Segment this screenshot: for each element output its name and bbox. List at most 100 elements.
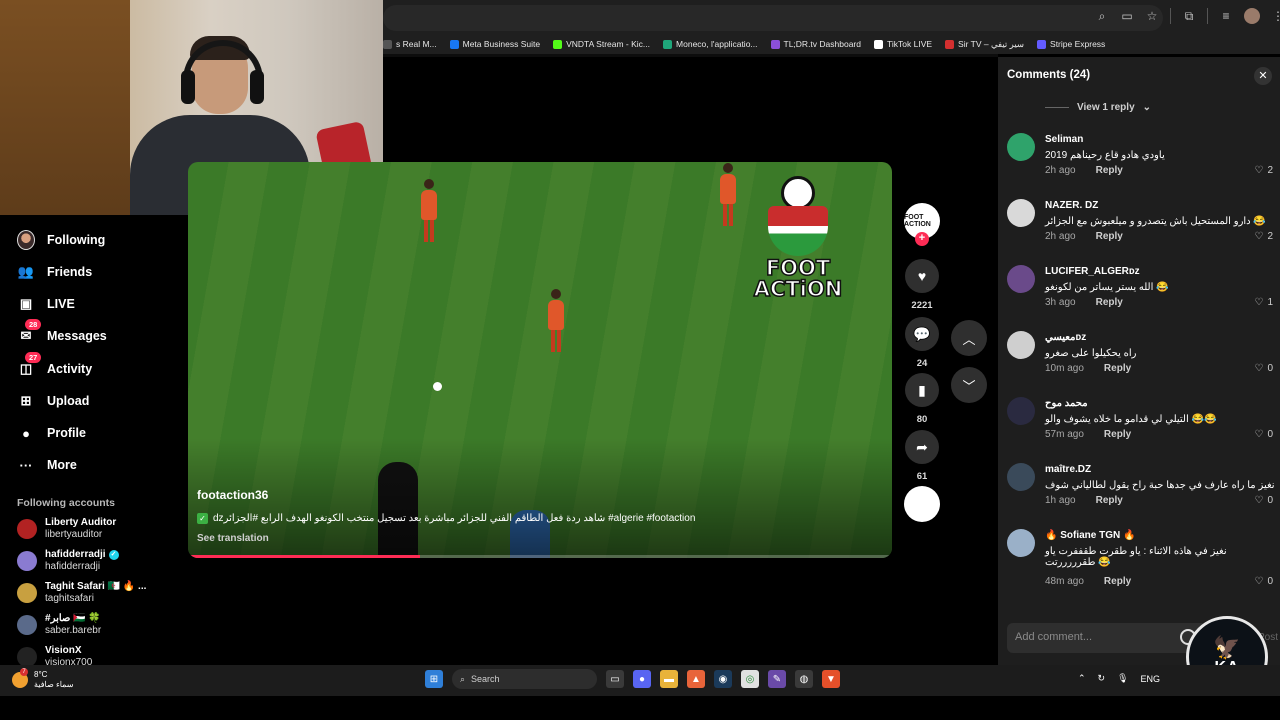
view-replies-label[interactable]: View 1 reply <box>1077 102 1135 113</box>
bookmark-label: VNDTA Stream - Kic... <box>566 39 651 49</box>
following-account[interactable]: Taghit Safari 🇩🇿 🔥 ... taghitsafari <box>17 581 146 605</box>
video-player[interactable]: FOOT ACTiON footaction36 ✓ dzشاهد ردة فع… <box>188 162 892 558</box>
obs-icon[interactable]: ◍ <box>795 670 813 688</box>
reply-button[interactable]: Reply <box>1096 297 1123 308</box>
bookmark-item[interactable]: Moneco, l'applicatio... <box>663 39 758 49</box>
microphone-icon[interactable]: 🎙 <box>1117 673 1128 684</box>
cast-icon[interactable]: ▭ <box>1120 9 1134 23</box>
comment-username[interactable]: maître.DZ <box>1045 464 1091 475</box>
sidebar-item-messages[interactable]: ✉ 28 Messages <box>17 319 107 345</box>
comment-like-button[interactable]: ♡ 0 <box>1254 429 1273 440</box>
sidebar-item-activity[interactable]: ◫ 27 Activity <box>17 352 92 378</box>
steam-icon[interactable]: ◉ <box>714 670 732 688</box>
app-icon[interactable]: ▲ <box>687 670 705 688</box>
media-icon[interactable]: ≡ <box>1219 9 1233 23</box>
view-replies-button[interactable]: View 1 reply ⌄ <box>1045 102 1151 113</box>
bookmark-item[interactable]: TikTok LIVE <box>874 39 932 49</box>
following-account[interactable]: Liberty Auditor libertyauditor <box>17 517 116 541</box>
app-icon[interactable]: ✎ <box>768 670 786 688</box>
sound-avatar[interactable] <box>904 486 940 522</box>
close-icon[interactable]: ✕ <box>1254 67 1272 85</box>
creator-avatar[interactable]: FOOT ACTION + <box>904 203 940 246</box>
bookmark-icon[interactable]: ▮ <box>905 373 939 407</box>
previous-video-button[interactable]: ︿ <box>951 320 987 356</box>
task-view-icon[interactable]: ▭ <box>606 670 624 688</box>
taskbar-search[interactable]: ⌕ Search <box>452 669 597 689</box>
sidebar-item-more[interactable]: ··· More <box>17 456 77 474</box>
creator-avatar-button[interactable]: FOOT ACTION + <box>904 203 940 246</box>
music-disc-icon[interactable] <box>904 486 940 522</box>
reply-button[interactable]: Reply <box>1096 165 1123 176</box>
zoom-icon[interactable]: ⌕ <box>1095 9 1109 23</box>
reply-button[interactable]: Reply <box>1104 363 1131 374</box>
comment-like-button[interactable]: ♡ 1 <box>1254 297 1273 308</box>
brave-icon[interactable]: ▼ <box>822 670 840 688</box>
windows-start-icon[interactable]: ⊞ <box>425 670 443 688</box>
file-explorer-icon[interactable]: ▬ <box>660 670 678 688</box>
sidebar-item-label: More <box>47 458 77 472</box>
avatar[interactable] <box>1007 463 1035 491</box>
comment-icon[interactable]: 💬 <box>905 317 939 351</box>
sidebar-item-profile[interactable]: ● Profile <box>17 424 86 442</box>
heart-icon[interactable]: ♥ <box>905 259 939 293</box>
bookmark-item[interactable]: Sir TV – سير تيفي <box>945 39 1024 50</box>
sidebar-item-following[interactable]: Following <box>17 230 105 250</box>
video-author[interactable]: footaction36 <box>197 488 268 502</box>
extensions-icon[interactable]: ⧉ <box>1182 9 1196 23</box>
add-comment-input[interactable]: Add comment... <box>1007 623 1207 653</box>
comment-like-count: 2 <box>1267 231 1273 242</box>
comment-username[interactable]: NAZER. DZ <box>1045 200 1098 211</box>
comment-username[interactable]: معيسيᴅᴢ <box>1045 332 1086 343</box>
menu-kebab-icon[interactable]: ⋮ <box>1271 9 1280 23</box>
headphone-right <box>250 70 264 104</box>
save-count: 80 <box>916 414 928 425</box>
save-action[interactable]: ▮ 80 <box>904 373 940 425</box>
avatar[interactable] <box>1007 397 1035 425</box>
bookmark-item[interactable]: Meta Business Suite <box>449 39 540 49</box>
following-account[interactable]: #صابر 🇵🇸 🍀 saber.barebr <box>17 613 101 637</box>
sync-icon[interactable]: ↻ <box>1098 673 1106 684</box>
avatar[interactable] <box>1007 265 1035 293</box>
reply-button[interactable]: Reply <box>1104 576 1131 587</box>
avatar[interactable] <box>1007 529 1035 557</box>
comment-like-button[interactable]: ♡ 0 <box>1254 495 1273 506</box>
share-action[interactable]: ➦ 61 <box>904 430 940 482</box>
weather-widget[interactable]: 7 8°C سماء صافية <box>12 668 74 690</box>
discord-icon[interactable]: ● <box>633 670 651 688</box>
language-indicator[interactable]: ENG <box>1141 674 1161 684</box>
comment-username[interactable]: 🔥 Sofiane TGN 🔥 <box>1045 530 1135 541</box>
comment-action[interactable]: 💬 24 <box>904 317 940 369</box>
comment-like-button[interactable]: ♡ 2 <box>1254 165 1273 176</box>
following-account[interactable]: hafidderradji ✓ hafidderradji <box>17 549 119 573</box>
sidebar-item-friends[interactable]: 👥 Friends <box>17 263 92 281</box>
address-bar[interactable] <box>383 5 1163 31</box>
profile-avatar[interactable] <box>1244 8 1260 24</box>
bookmark-item[interactable]: VNDTA Stream - Kic... <box>553 39 650 49</box>
like-action[interactable]: ♥ 2221 <box>904 259 940 311</box>
comment-username[interactable]: محمد موح <box>1045 398 1088 409</box>
next-video-button[interactable]: ﹀ <box>951 367 987 403</box>
reply-button[interactable]: Reply <box>1096 231 1123 242</box>
bookmark-item[interactable]: TL;DR.tv Dashboard <box>770 39 861 49</box>
chevron-up-icon[interactable]: ⌃ <box>1078 673 1086 684</box>
bookmark-star-icon[interactable]: ☆ <box>1145 9 1159 23</box>
see-translation-link[interactable]: See translation <box>197 533 269 544</box>
chrome-icon[interactable]: ◎ <box>741 670 759 688</box>
avatar[interactable] <box>1007 133 1035 161</box>
comment-username[interactable]: LUCIFER_ALGERᴅᴢ <box>1045 266 1140 277</box>
video-progress-bar[interactable] <box>188 555 892 558</box>
avatar[interactable] <box>1007 199 1035 227</box>
bookmark-item[interactable]: s Real M... <box>383 39 437 49</box>
reply-button[interactable]: Reply <box>1104 429 1131 440</box>
follow-plus-icon[interactable]: + <box>915 232 929 246</box>
reply-button[interactable]: Reply <box>1096 495 1123 506</box>
sidebar-item-live[interactable]: ▣ LIVE <box>17 295 75 313</box>
avatar[interactable] <box>1007 331 1035 359</box>
sidebar-item-upload[interactable]: ⊞ Upload <box>17 392 90 410</box>
share-icon[interactable]: ➦ <box>905 430 939 464</box>
comment-like-button[interactable]: ♡ 2 <box>1254 231 1273 242</box>
comment-username[interactable]: Seliman <box>1045 134 1083 145</box>
comment-like-button[interactable]: ♡ 0 <box>1254 576 1273 587</box>
comment-like-button[interactable]: ♡ 0 <box>1254 363 1273 374</box>
bookmark-item[interactable]: Stripe Express <box>1037 39 1105 49</box>
